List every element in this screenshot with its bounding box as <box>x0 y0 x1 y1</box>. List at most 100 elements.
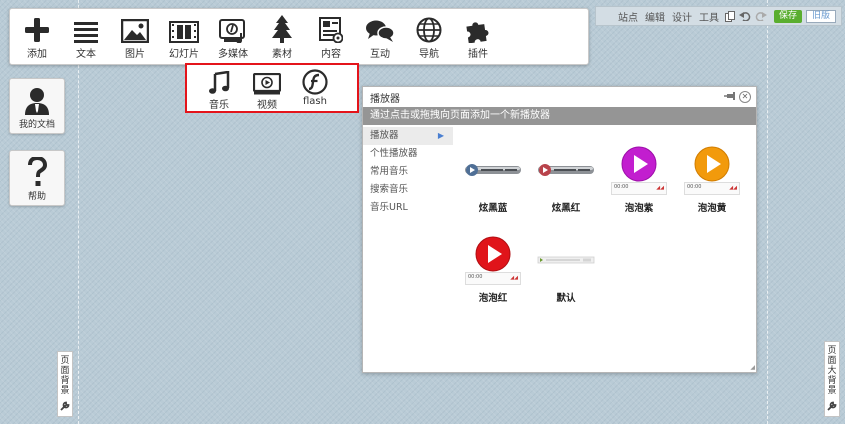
toolbar-slideshow-button[interactable]: 幻灯片 <box>161 9 207 64</box>
category-custom-player[interactable]: 个性播放器 <box>363 145 453 163</box>
toolbar-plugin-label: 插件 <box>468 49 488 60</box>
skin-name: 炫黑蓝 <box>478 203 508 214</box>
edit-link[interactable]: 编辑 <box>645 9 665 24</box>
save-button[interactable]: 保存 <box>774 9 803 23</box>
submenu-flash-label: flash <box>303 96 327 107</box>
copy-icon[interactable] <box>725 10 735 22</box>
submenu-flash-button[interactable]: flash <box>291 65 339 111</box>
submenu-video-label: 视频 <box>257 100 277 111</box>
text-lines-icon <box>74 22 98 43</box>
question-mark-icon <box>28 157 47 186</box>
yellow-play-bubble-icon <box>694 146 730 181</box>
my-documents-button[interactable]: 我的文档 <box>9 78 65 134</box>
category-label: 常用音乐 <box>370 166 409 177</box>
site-link[interactable]: 站点 <box>618 9 638 24</box>
wrench-icon <box>827 401 837 414</box>
toolbar-image-button[interactable]: 图片 <box>112 9 158 64</box>
layout-guide-right <box>767 0 768 424</box>
page-big-background-char: 大 <box>827 366 837 376</box>
help-button[interactable]: 帮助 <box>9 150 65 206</box>
page-background-char: 景 <box>60 386 70 396</box>
skin-name: 默认 <box>556 293 576 304</box>
toolbar-navigation-label: 导航 <box>419 49 439 60</box>
toolbar-text-button[interactable]: 文本 <box>63 9 109 64</box>
toolbar-assets-button[interactable]: 素材 <box>259 9 305 64</box>
category-list: 播放器 ▶ 个性播放器 常用音乐 搜索音乐 音乐URL <box>363 127 453 217</box>
chat-bubbles-icon <box>366 20 395 42</box>
toolbar-add-button[interactable]: 添加 <box>14 9 60 64</box>
page-background-char: 页 <box>60 356 70 366</box>
puzzle-icon <box>466 22 489 43</box>
redo-icon[interactable] <box>755 11 767 21</box>
skin-name: 炫黑红 <box>551 203 581 214</box>
toolbar-plugin-button[interactable]: 插件 <box>455 9 501 64</box>
player-panel: 播放器 ✕ 通过点击或拖拽向页面添加一个新播放器 播放器 ▶ 个性播放器 常用音乐… <box>362 86 757 373</box>
toolbar-content-label: 内容 <box>321 49 341 60</box>
toolbar-navigation-button[interactable]: 导航 <box>406 9 452 64</box>
tree-icon <box>272 15 292 43</box>
toolbar-assets-label: 素材 <box>272 49 292 60</box>
image-icon <box>121 19 149 43</box>
skin-bubble-purple[interactable]: 00:00 ◢◢ 泡泡紫 <box>608 142 670 214</box>
page-big-background-char: 景 <box>827 386 837 396</box>
red-play-bubble-icon <box>475 236 511 271</box>
page-background-char: 面 <box>60 366 70 376</box>
help-label: 帮助 <box>27 192 46 202</box>
skin-default[interactable]: 默认 <box>535 232 597 304</box>
page-big-background-tab[interactable]: 页 面 大 背 景 <box>824 341 840 417</box>
panel-title: 播放器 <box>370 93 400 105</box>
resize-handle-icon[interactable]: ◢ <box>750 364 755 371</box>
skin-dark-red[interactable]: 炫黑红 <box>535 142 597 214</box>
content-icon <box>319 17 343 43</box>
category-search-music[interactable]: 搜索音乐 <box>363 181 453 199</box>
skin-name: 泡泡红 <box>478 293 508 304</box>
category-player[interactable]: 播放器 ▶ <box>363 127 453 145</box>
category-common-music[interactable]: 常用音乐 <box>363 163 453 181</box>
close-icon[interactable]: ✕ <box>739 91 751 103</box>
pin-icon[interactable] <box>724 92 736 103</box>
mini-player-bar: 00:00 ◢◢ <box>465 271 521 285</box>
old-version-button[interactable]: 旧版 <box>806 9 837 23</box>
main-toolbar: 添加 文本 图片 幻灯片 多媒体 素材 内容 互动 导航 插件 <box>9 8 589 65</box>
toolbar-image-label: 图片 <box>125 49 145 60</box>
toolbar-content-button[interactable]: 内容 <box>308 9 354 64</box>
user-icon <box>25 88 49 115</box>
page-big-background-char: 背 <box>827 376 837 386</box>
toolbar-interact-label: 互动 <box>370 49 390 60</box>
music-note-icon <box>209 71 230 94</box>
multimedia-submenu: 音乐 视频 flash <box>185 63 359 113</box>
category-label: 音乐URL <box>370 202 408 213</box>
skin-bubble-red[interactable]: 00:00 ◢◢ 泡泡红 <box>462 232 524 304</box>
category-label: 播放器 <box>370 130 399 141</box>
skin-name: 泡泡紫 <box>624 203 654 214</box>
tools-link[interactable]: 工具 <box>699 9 719 24</box>
default-player-thumb <box>537 256 595 264</box>
toolbar-add-label: 添加 <box>27 49 47 60</box>
globe-icon <box>416 17 442 43</box>
toolbar-interact-button[interactable]: 互动 <box>357 9 403 64</box>
page-background-tab[interactable]: 页 面 背 景 <box>57 351 73 417</box>
wrench-icon <box>60 401 70 414</box>
category-label: 搜索音乐 <box>370 184 409 195</box>
toolbar-multimedia-button[interactable]: 多媒体 <box>210 9 256 64</box>
toolbar-multimedia-label: 多媒体 <box>218 49 248 60</box>
top-action-bar: 站点 编辑 设计 工具 保存 旧版 <box>595 6 842 26</box>
category-label: 个性播放器 <box>370 148 418 159</box>
mini-player-bar: 00:00 ◢◢ <box>611 181 667 195</box>
skin-dark-blue[interactable]: 炫黑蓝 <box>462 142 524 214</box>
skin-bubble-yellow[interactable]: 00:00 ◢◢ 泡泡黄 <box>681 142 743 214</box>
undo-icon[interactable] <box>739 11 751 21</box>
page-big-background-char: 页 <box>827 346 837 356</box>
video-play-icon <box>253 73 281 95</box>
design-link[interactable]: 设计 <box>672 9 692 24</box>
filmstrip-icon <box>169 21 199 43</box>
purple-play-bubble-icon <box>621 146 657 181</box>
skin-name: 泡泡黄 <box>697 203 727 214</box>
multimedia-icon <box>219 19 245 43</box>
submenu-music-button[interactable]: 音乐 <box>195 65 243 111</box>
panel-header[interactable]: 播放器 ✕ <box>363 87 756 107</box>
page-big-background-char: 面 <box>827 356 837 366</box>
category-music-url[interactable]: 音乐URL <box>363 199 453 217</box>
submenu-video-button[interactable]: 视频 <box>243 65 291 111</box>
toolbar-slideshow-label: 幻灯片 <box>169 49 199 60</box>
